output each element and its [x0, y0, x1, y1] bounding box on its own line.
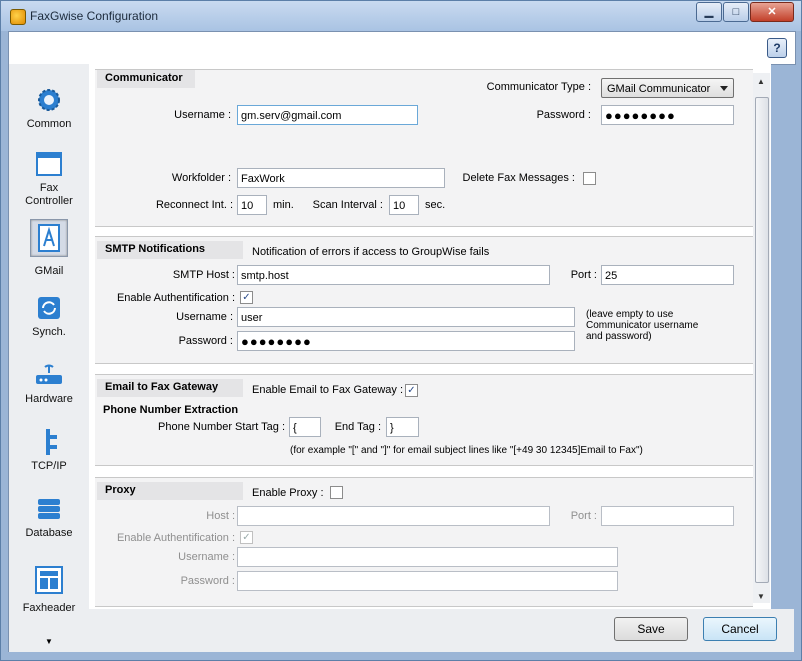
- workfolder-label: Workfolder :: [171, 172, 231, 184]
- smtp-description: Notification of errors if access to Grou…: [252, 246, 490, 258]
- database-icon: [31, 491, 67, 527]
- start-tag-label: Phone Number Start Tag :: [158, 421, 285, 433]
- help-button[interactable]: ?: [767, 38, 787, 58]
- scan-interval-field[interactable]: 10: [389, 195, 419, 215]
- document-a-icon: [30, 219, 68, 257]
- sidebar-item-label: Fax Controller: [25, 182, 73, 207]
- smtp-host-label: SMTP Host :: [172, 269, 235, 281]
- workfolder-field[interactable]: FaxWork: [237, 168, 445, 188]
- sidebar-scroll-down-icon[interactable]: ▼: [45, 637, 53, 646]
- enable-proxy-label: Enable Proxy :: [252, 487, 324, 499]
- communicator-type-select[interactable]: GMail Communicator: [601, 78, 734, 98]
- sidebar-item-label: Faxheader: [22, 602, 76, 614]
- proxy-port-label: Port :: [570, 510, 597, 522]
- proxy-auth-checkbox[interactable]: ✓: [240, 531, 253, 544]
- reconnect-interval-field[interactable]: 10: [237, 195, 267, 215]
- smtp-port-field[interactable]: 25: [601, 265, 734, 285]
- modem-icon: [31, 357, 67, 393]
- section-title: SMTP Notifications: [97, 241, 243, 259]
- chevron-down-icon: [720, 86, 728, 91]
- proxy-password-label: Password :: [180, 575, 235, 587]
- proxy-port-field[interactable]: [601, 506, 734, 526]
- end-tag-label: End Tag :: [334, 421, 381, 433]
- communicator-type-label: Communicator Type :: [486, 81, 591, 93]
- sidebar-item-label: Database: [25, 527, 73, 539]
- sidebar-item-common[interactable]: Common: [9, 82, 89, 130]
- smtp-hint: (leave empty to use Communicator usernam…: [586, 309, 698, 342]
- section-title: Communicator: [97, 70, 195, 88]
- sidebar: Common Fax Controller GMail Synch. Hardw…: [8, 64, 89, 652]
- username-label: Username :: [174, 109, 231, 121]
- smtp-hint-line: and password): [586, 331, 652, 342]
- title-bar: FaxGwise Configuration ▁ □ ✕: [1, 1, 801, 31]
- sidebar-item-label: GMail: [34, 265, 64, 277]
- section-title: Proxy: [97, 482, 243, 500]
- scroll-down-icon[interactable]: ▼: [757, 592, 765, 601]
- enable-gateway-checkbox[interactable]: ✓: [405, 384, 418, 397]
- layout-icon: [31, 562, 67, 598]
- reconnect-interval-label: Reconnect Int. :: [155, 199, 233, 211]
- gear-icon: [31, 82, 67, 118]
- toolbar: ?: [8, 31, 796, 65]
- end-tag-field[interactable]: }: [386, 417, 419, 437]
- footer-bar: Save Cancel: [89, 609, 794, 652]
- proxy-host-label: Host :: [206, 510, 235, 522]
- sidebar-item-label: TCP/IP: [31, 460, 67, 472]
- section-title: Email to Fax Gateway: [97, 379, 243, 397]
- proxy-username-field[interactable]: [237, 547, 618, 567]
- enable-proxy-checkbox[interactable]: [330, 486, 343, 499]
- smtp-auth-label: Enable Authentification :: [116, 292, 235, 304]
- save-button[interactable]: Save: [614, 617, 688, 641]
- app-logo-icon: [10, 9, 26, 25]
- sidebar-item-fax-controller[interactable]: Fax Controller: [9, 146, 89, 208]
- sidebar-item-label: Hardware: [25, 393, 73, 405]
- scan-unit: sec.: [425, 199, 446, 211]
- proxy-host-field[interactable]: [237, 506, 550, 526]
- proxy-auth-label: Enable Authentification :: [116, 532, 235, 544]
- sidebar-item-faxheader[interactable]: Faxheader: [9, 562, 89, 614]
- minimize-button[interactable]: ▁: [696, 2, 722, 22]
- sidebar-item-database[interactable]: Database: [9, 491, 89, 539]
- sidebar-item-label: Synch.: [32, 326, 66, 338]
- delete-fax-messages-label: Delete Fax Messages :: [462, 172, 576, 184]
- enable-gateway-label: Enable Email to Fax Gateway :: [252, 384, 404, 396]
- smtp-password-label: Password :: [178, 335, 233, 347]
- smtp-hint-line: Communicator username: [586, 320, 699, 331]
- window-icon: [31, 146, 67, 182]
- reconnect-unit: min.: [273, 199, 294, 211]
- maximize-button[interactable]: □: [723, 2, 749, 22]
- delete-fax-messages-checkbox[interactable]: [583, 172, 596, 185]
- smtp-hint-line: (leave empty to use: [586, 309, 674, 320]
- network-icon: [31, 424, 67, 460]
- proxy-username-label: Username :: [178, 551, 235, 563]
- sidebar-item-gmail[interactable]: GMail: [9, 219, 89, 277]
- scan-interval-label: Scan Interval :: [312, 199, 383, 211]
- phone-extraction-title: Phone Number Extraction: [103, 404, 239, 416]
- scrollbar-thumb[interactable]: [755, 97, 769, 583]
- sidebar-item-synch[interactable]: Synch.: [9, 290, 89, 338]
- password-label: Password :: [536, 109, 591, 121]
- communicator-type-value: GMail Communicator: [607, 83, 711, 95]
- sync-icon: [31, 290, 67, 326]
- scroll-up-icon[interactable]: ▲: [757, 77, 765, 86]
- tag-example-note: (for example "[" and "]" for email subje…: [290, 445, 643, 456]
- vertical-scrollbar[interactable]: ▲ ▼: [753, 73, 770, 603]
- proxy-password-field[interactable]: [237, 571, 618, 591]
- smtp-port-label: Port :: [570, 269, 597, 281]
- start-tag-field[interactable]: {: [289, 417, 321, 437]
- smtp-host-field[interactable]: smtp.host: [237, 265, 550, 285]
- smtp-password-field[interactable]: ●●●●●●●●: [237, 331, 575, 351]
- app-window: FaxGwise Configuration ▁ □ ✕ ? Common Fa…: [0, 0, 802, 661]
- cancel-button[interactable]: Cancel: [703, 617, 777, 641]
- username-field[interactable]: gm.serv@gmail.com: [237, 105, 418, 125]
- password-field[interactable]: ●●●●●●●●: [601, 105, 734, 125]
- smtp-username-field[interactable]: user: [237, 307, 575, 327]
- window-title: FaxGwise Configuration: [30, 9, 159, 23]
- smtp-auth-checkbox[interactable]: ✓: [240, 291, 253, 304]
- sidebar-item-hardware[interactable]: Hardware: [9, 357, 89, 405]
- sidebar-item-tcpip[interactable]: TCP/IP: [9, 424, 89, 472]
- smtp-username-label: Username :: [176, 311, 233, 323]
- sidebar-item-label: Common: [26, 118, 72, 130]
- close-button[interactable]: ✕: [750, 2, 794, 22]
